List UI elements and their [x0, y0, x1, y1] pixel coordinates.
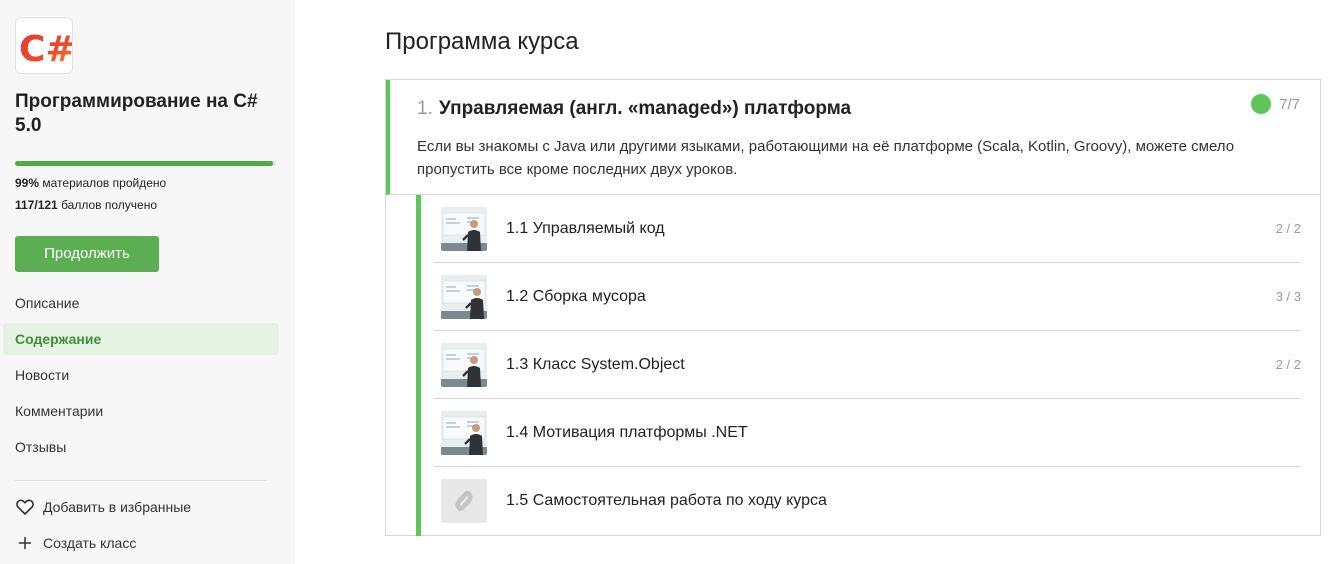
materials-label: материалов пройдено: [42, 176, 167, 190]
materials-percent: 99%: [15, 176, 40, 190]
lesson-row[interactable]: 1.3 Класс System.Object 2 / 2: [434, 331, 1301, 399]
link-placeholder-icon: [441, 479, 487, 523]
points-value: 117/121: [15, 198, 58, 212]
lesson-title[interactable]: 1.3 Класс System.Object: [506, 331, 685, 399]
logo-text: C#: [19, 29, 73, 70]
csharp-logo-icon: C#: [19, 29, 73, 70]
materials-progress: 99% материалов пройдено: [15, 175, 166, 191]
create-class-label: Создать класс: [43, 535, 137, 551]
module-number: 1.: [417, 98, 433, 119]
nav-item-contents[interactable]: Содержание: [3, 323, 279, 355]
points-label: баллов получено: [61, 198, 157, 212]
lesson-row[interactable]: 1.1 Управляемый код 2 / 2: [434, 195, 1301, 263]
module-card: 1. Управляемая (англ. «managed») платфор…: [385, 79, 1321, 536]
module-title: Управляемая (англ. «managed») платформа: [439, 98, 852, 119]
completed-circle-icon: [1251, 94, 1272, 114]
page-title: Программа курса: [385, 28, 579, 55]
lesson-title[interactable]: 1.5 Самостоятельная работа по ходу курса: [506, 467, 827, 535]
course-logo[interactable]: C#: [15, 17, 73, 74]
nav-item-comments[interactable]: Комментарии: [3, 395, 279, 427]
add-to-favorites-button[interactable]: Добавить в избранные: [15, 497, 191, 517]
lesson-title[interactable]: 1.2 Сборка мусора: [506, 263, 646, 331]
lessons-completion-bar: [416, 195, 421, 536]
module-count: 7/7: [1279, 95, 1300, 113]
course-title[interactable]: Программирование на C# 5.0: [15, 90, 285, 138]
lesson-title[interactable]: 1.1 Управляемый код: [506, 195, 665, 263]
video-thumbnail: [441, 411, 487, 455]
heart-icon: [15, 497, 35, 517]
lesson-row[interactable]: 1.4 Мотивация платформы .NET: [434, 399, 1301, 467]
lesson-score: 3 / 3: [1275, 289, 1301, 304]
nav-item-reviews[interactable]: Отзывы: [3, 431, 279, 463]
course-sidebar: C# Программирование на C# 5.0 99% матери…: [0, 0, 295, 564]
video-thumbnail: [441, 343, 487, 387]
lesson-row[interactable]: 1.5 Самостоятельная работа по ходу курса: [434, 467, 1301, 535]
add-to-favorites-label: Добавить в избранные: [43, 499, 192, 515]
module-description: Если вы знакомы с Java или другими языка…: [417, 138, 1235, 178]
sidebar-divider: [15, 480, 267, 481]
course-progress-fill: [15, 161, 274, 166]
points-progress: 117/121 баллов получено: [15, 197, 157, 213]
lesson-score: 2 / 2: [1275, 221, 1301, 236]
nav-item-description[interactable]: Описание: [3, 287, 279, 319]
module-header: 1. Управляемая (англ. «managed») платфор…: [386, 80, 1320, 195]
course-progress-bar: [15, 161, 276, 166]
continue-button[interactable]: Продолжить: [15, 236, 159, 272]
nav-item-news[interactable]: Новости: [3, 359, 279, 391]
lesson-score: 2 / 2: [1275, 357, 1301, 372]
lesson-row[interactable]: 1.2 Сборка мусора 3 / 3: [434, 263, 1301, 331]
create-class-button[interactable]: Создать класс: [15, 533, 136, 553]
lesson-title[interactable]: 1.4 Мотивация платформы .NET: [506, 399, 748, 467]
video-thumbnail: [441, 207, 487, 251]
plus-icon: [15, 533, 35, 553]
module-progress-badge: 7/7: [1251, 94, 1300, 114]
video-thumbnail: [441, 275, 487, 319]
